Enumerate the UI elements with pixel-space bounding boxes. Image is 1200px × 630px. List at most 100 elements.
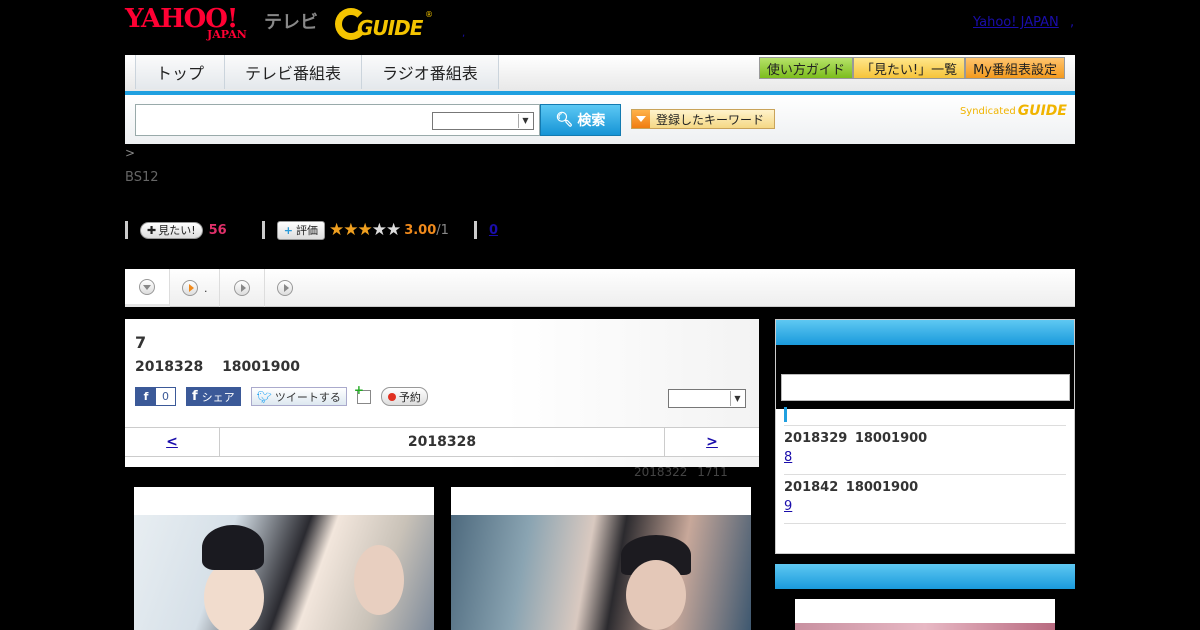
nav-tab-top[interactable]: トップ: [135, 55, 226, 89]
divider-mark: [125, 221, 128, 239]
program-airtime: 2018328 18001900: [135, 359, 300, 375]
search-button-label: 検索: [577, 113, 606, 129]
photo-hair: [202, 525, 264, 570]
mitai-list-button[interactable]: 「見たい!」一覧: [852, 57, 966, 79]
tab-second-label: .: [204, 281, 208, 295]
search-button[interactable]: 🔍︎ 検索: [540, 104, 621, 136]
star-icon: ★: [385, 220, 401, 240]
facebook-icon: f: [192, 389, 198, 404]
rate-label: 評価: [295, 224, 318, 237]
sidebar-banner-image-content: [795, 623, 1055, 630]
my-schedule-settings-button[interactable]: My番組表設定: [965, 57, 1065, 79]
nav-right-buttons: 使い方ガイド 「見たい!」一覧 My番組表設定: [758, 57, 1065, 79]
header-dot: ,: [462, 28, 466, 39]
rating-stars: ★★★★★: [328, 220, 401, 240]
program-photo[interactable]: [451, 487, 751, 630]
registered-mark: ®: [425, 10, 433, 19]
yahoo-link-dot: ,: [1070, 15, 1075, 30]
search-category-select[interactable]: ▼: [432, 112, 534, 130]
play-icon: [277, 280, 293, 296]
share-row: f 0 f シェア 🐦︎ ツイートする 予約: [135, 383, 428, 406]
chevron-down-icon: ▼: [730, 391, 744, 406]
star-icon: ★: [328, 220, 344, 240]
record-reserve-label: 予約: [398, 390, 421, 404]
program-photo-image: [134, 515, 434, 630]
program-title: 7: [135, 333, 147, 352]
program-stats: ✚ 見たい! 56 + 評価 ★★★★★ 3.00 /1 0: [125, 220, 498, 240]
chevron-down-icon: ▼: [518, 114, 532, 128]
comments-count-link[interactable]: 0: [489, 223, 498, 238]
add-calendar-icon[interactable]: [354, 383, 371, 404]
tab-detail[interactable]: [125, 269, 170, 307]
list-item[interactable]: 201842 18001900 9: [784, 474, 1066, 523]
chevron-down-icon: [139, 278, 155, 295]
facebook-like-button[interactable]: f 0: [135, 387, 176, 406]
sidebar-section-mark: [784, 407, 787, 422]
list-item-link[interactable]: 9: [784, 499, 792, 514]
program-photo-image: [451, 515, 751, 630]
photo-figure: [354, 545, 404, 615]
program-detail: 7 2018328 18001900 f 0 f シェア 🐦︎ ツイートする 予…: [125, 319, 759, 467]
yahoo-logo-japan: JAPAN: [207, 28, 247, 41]
syndicated-gguide-logo: Syndicated GUIDE: [960, 103, 1067, 119]
sidebar-upcoming: 2018329 18001900 8 201842 18001900 9: [775, 319, 1075, 554]
rating-count: /1: [436, 222, 449, 238]
tab-third[interactable]: [220, 269, 265, 307]
facebook-icon: f: [136, 388, 156, 405]
nav-tab-tv-listings[interactable]: テレビ番組表: [224, 55, 363, 89]
prev-date-link[interactable]: <: [125, 428, 220, 456]
sidebar-banner-image[interactable]: [795, 599, 1055, 630]
divider-mark: [261, 221, 265, 239]
nav-tab-radio-listings[interactable]: ラジオ番組表: [361, 55, 499, 89]
program-photo[interactable]: [134, 487, 434, 630]
search-bar: ▼ 🔍︎ 検索 登録したキーワード Syndicated GUIDE: [125, 95, 1075, 144]
registered-keywords-label: 登録したキーワード: [656, 112, 765, 127]
yahoo-japan-link[interactable]: Yahoo! JAPAN: [973, 15, 1059, 30]
star-icon: ★: [371, 220, 387, 240]
list-item-link[interactable]: 8: [784, 450, 792, 465]
channel-name: BS12: [125, 170, 159, 185]
gguide-logo-text: GUIDE: [357, 16, 423, 40]
updated-timestamp: 2018322 1711: [634, 465, 728, 479]
plus-icon: ✚: [147, 223, 157, 237]
gguide-logo[interactable]: GUIDE ®: [335, 8, 433, 40]
facebook-share-label: シェア: [201, 390, 235, 404]
mitai-button[interactable]: ✚ 見たい!: [140, 221, 203, 239]
mitai-label: 見たい!: [158, 224, 196, 237]
current-date: 2018328: [407, 434, 477, 450]
rating-score: 3.00: [404, 222, 437, 238]
syndicated-label: Syndicated: [959, 105, 1016, 117]
list-item-date: 2018329 18001900: [784, 431, 928, 446]
divider: [784, 523, 1066, 524]
photo-figure: [626, 560, 686, 630]
list-item-date: 201842 18001900: [784, 480, 919, 495]
tv-label[interactable]: テレビ: [264, 8, 318, 34]
tab-second[interactable]: .: [170, 269, 220, 307]
sidebar-header: [776, 320, 1074, 345]
list-item[interactable]: 2018329 18001900 8: [784, 425, 1066, 474]
main-nav: トップ テレビ番組表 ラジオ番組表 使い方ガイド 「見たい!」一覧 My番組表設…: [125, 55, 1075, 95]
usage-guide-button[interactable]: 使い方ガイド: [758, 57, 853, 79]
rate-button[interactable]: + 評価: [276, 220, 325, 240]
tab-fourth[interactable]: [265, 269, 305, 307]
star-icon: ★: [343, 220, 358, 240]
divider-mark: [473, 221, 477, 239]
program-action-select[interactable]: ▼: [668, 389, 746, 408]
record-dot-icon: [387, 392, 396, 401]
next-date-link[interactable]: >: [664, 428, 759, 456]
record-reserve-button[interactable]: 予約: [380, 387, 428, 406]
photo-figure: [204, 560, 264, 630]
tweet-button[interactable]: 🐦︎ ツイートする: [250, 387, 347, 406]
yahoo-japan-logo[interactable]: YAHOO! JAPAN: [125, 6, 247, 42]
facebook-share-button[interactable]: f シェア: [186, 387, 241, 406]
play-icon: [234, 280, 250, 296]
registered-keywords-button[interactable]: 登録したキーワード: [631, 109, 775, 129]
date-navigation: < 2018328 >: [125, 427, 759, 457]
syndicated-logo-text: GUIDE: [1017, 103, 1067, 119]
tweet-label: ツイートする: [274, 390, 341, 404]
facebook-like-count: 0: [156, 388, 175, 405]
sidebar-input[interactable]: [781, 374, 1070, 401]
star-icon: ★: [357, 220, 372, 240]
plus-icon: +: [283, 223, 293, 237]
search-icon: 🔍︎: [555, 112, 574, 128]
